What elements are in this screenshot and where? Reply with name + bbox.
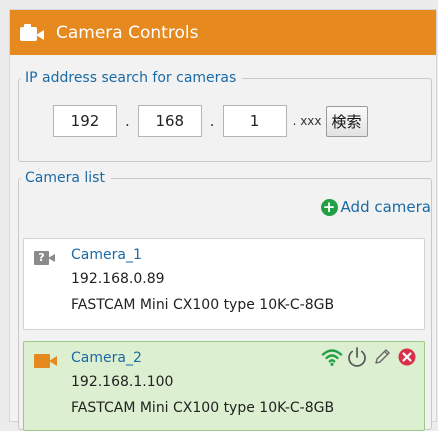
- power-icon[interactable]: [346, 346, 368, 368]
- ip-octet-3-input[interactable]: [222, 105, 287, 137]
- ip-search-button[interactable]: 検索: [325, 105, 368, 137]
- camera-list-item-selected[interactable]: Camera_2 192.168.1.100 FASTCAM Mini CX10…: [23, 341, 425, 431]
- ip-separator: .: [125, 112, 130, 130]
- unknown-camera-icon: ?: [34, 250, 56, 269]
- ip-address-row: . . . xxx 検索: [53, 105, 368, 137]
- camera-icon: [20, 23, 46, 42]
- add-camera-label: Add camera: [340, 198, 431, 216]
- camera-controls-panel: Camera Controls IP address search for ca…: [9, 9, 437, 431]
- camera-list-legend: Camera list: [25, 170, 105, 186]
- ip-octet-1-input[interactable]: [53, 105, 117, 137]
- camera-model: FASTCAM Mini CX100 type 10K-C-8GB: [71, 297, 335, 313]
- ip-octet-2-input[interactable]: [137, 105, 202, 137]
- camera-list-group: Camera list + Add camera ? Camera_1 192.…: [18, 170, 432, 431]
- ip-search-group: IP address search for cameras . . . xxx …: [18, 70, 432, 162]
- ip-suffix: . xxx: [292, 114, 322, 128]
- edit-icon[interactable]: [371, 346, 393, 368]
- camera-list-item[interactable]: ? Camera_1 192.168.0.89 FASTCAM Mini CX1…: [23, 238, 425, 330]
- remove-icon[interactable]: [396, 346, 418, 368]
- panel-title: Camera Controls: [56, 22, 199, 43]
- add-camera-button[interactable]: + Add camera: [320, 198, 431, 216]
- camera-ip: 192.168.1.100: [71, 374, 174, 390]
- camera-actions: [321, 346, 418, 368]
- camera-icon: [34, 353, 58, 372]
- camera-ip: 192.168.0.89: [71, 271, 165, 287]
- ip-separator: .: [209, 112, 215, 130]
- panel-header: Camera Controls: [10, 10, 436, 55]
- camera-name[interactable]: Camera_2: [71, 350, 142, 366]
- ip-search-legend: IP address search for cameras: [25, 70, 237, 86]
- plus-circle-icon: +: [320, 198, 338, 216]
- camera-model: FASTCAM Mini CX100 type 10K-C-8GB: [71, 400, 335, 416]
- wifi-icon[interactable]: [321, 346, 343, 368]
- camera-name[interactable]: Camera_1: [71, 247, 142, 263]
